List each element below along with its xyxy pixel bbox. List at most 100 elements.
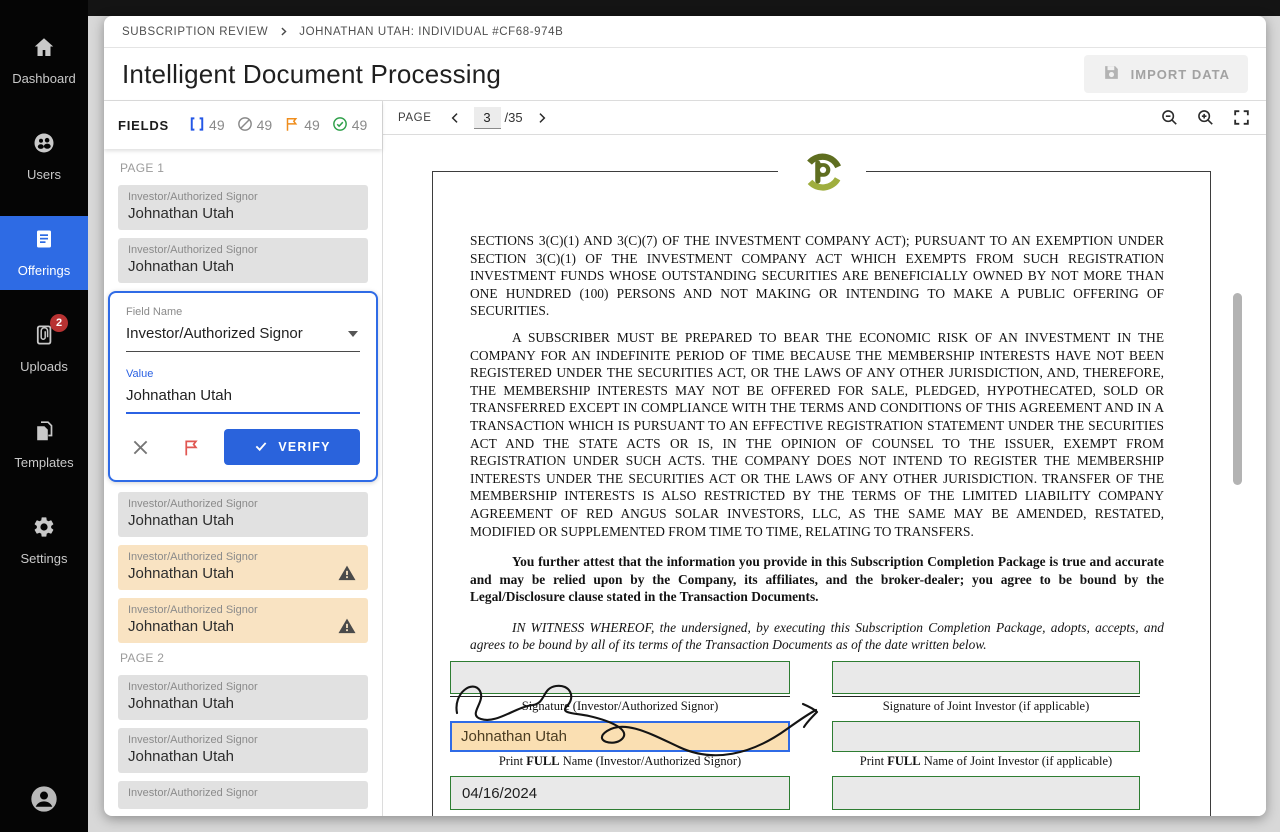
field-name: Investor/Authorized Signor	[128, 681, 258, 693]
field-value: Johnathan Utah	[128, 205, 234, 222]
viewer-tools	[1160, 108, 1251, 127]
field-name: Investor/Authorized Signor	[128, 191, 258, 203]
document-scrollbar[interactable]	[1233, 293, 1242, 485]
editor-actions: VERIFY	[126, 429, 360, 465]
fields-header: FIELDS 49 49 49 49	[104, 101, 382, 149]
field-card[interactable]: Investor/Authorized Signor Johnathan Uta…	[118, 675, 368, 720]
verified-count-value: 49	[351, 117, 368, 133]
joint-print-name-label: Print FULL Name of Joint Investor (if ap…	[859, 754, 1113, 769]
print-name-field-highlighted[interactable]: Johnathan Utah	[450, 721, 790, 753]
field-card-warning[interactable]: Investor/Authorized Signor Johnathan Uta…	[118, 598, 368, 643]
field-name: Investor/Authorized Signor	[128, 787, 258, 799]
import-data-button[interactable]: IMPORT DATA	[1083, 55, 1248, 93]
joint-investor-column: Signature of Joint Investor (if applicab…	[832, 661, 1140, 811]
field-card[interactable]: Investor/Authorized Signor Johnathan Uta…	[118, 238, 368, 283]
zoom-out-button[interactable]	[1160, 108, 1179, 127]
page-number-input[interactable]: 3	[473, 106, 501, 129]
date-field[interactable]: 04/16/2024	[450, 776, 790, 811]
document-area[interactable]: SECTIONS 3(C)(1) AND 3(C)(7) OF THE INVE…	[383, 135, 1266, 816]
warning-triangle-icon	[337, 616, 357, 634]
page-title: Intelligent Document Processing	[122, 58, 502, 89]
home-icon	[32, 35, 56, 64]
fullscreen-button[interactable]	[1232, 108, 1251, 127]
document-viewer: PAGE 3 /35 SECTIONS 3(C)(1) AND 3(C)(7) …	[383, 101, 1266, 816]
uploads-badge: 2	[50, 314, 68, 332]
field-card[interactable]: Investor/Authorized Signor Johnathan Uta…	[118, 185, 368, 230]
sidebar-item-label: Offerings	[17, 263, 71, 278]
page1-group-label: PAGE 1	[120, 161, 165, 175]
fields-title: FIELDS	[118, 117, 170, 133]
sidebar: Dashboard Users Offerings 2 Uploads Temp…	[0, 0, 88, 832]
sidebar-item-uploads[interactable]: 2 Uploads	[0, 312, 88, 386]
breadcrumb-section[interactable]: SUBSCRIPTION REVIEW	[122, 26, 268, 38]
check-circle-icon	[331, 115, 349, 136]
document-page: SECTIONS 3(C)(1) AND 3(C)(7) OF THE INVE…	[432, 146, 1211, 816]
flagged-count[interactable]: 49	[283, 115, 320, 136]
signature-label: Signature (Investor/Authorized Signor)	[521, 699, 719, 714]
verified-count[interactable]: 49	[331, 115, 368, 136]
field-name: Investor/Authorized Signor	[128, 551, 258, 563]
field-name: Investor/Authorized Signor	[128, 498, 258, 510]
field-value: Johnathan Utah	[128, 618, 234, 635]
empty-count-value: 49	[256, 117, 273, 133]
field-value: Johnathan Utah	[128, 258, 234, 275]
page2-group-label: PAGE 2	[120, 651, 165, 665]
sidebar-item-label: Settings	[20, 551, 68, 566]
joint-signature-field[interactable]	[832, 661, 1140, 695]
brackets-icon	[188, 115, 206, 136]
title-row: Intelligent Document Processing IMPORT D…	[104, 48, 1266, 101]
joint-signature-label: Signature of Joint Investor (if applicab…	[882, 699, 1090, 714]
top-strip	[0, 0, 1280, 16]
field-value: Johnathan Utah	[128, 512, 234, 529]
field-card[interactable]: Investor/Authorized Signor Johnathan Uta…	[118, 492, 368, 537]
account-avatar-icon[interactable]	[28, 783, 60, 820]
field-name: Investor/Authorized Signor	[128, 604, 258, 616]
sidebar-item-settings[interactable]: Settings	[0, 504, 88, 578]
document-paragraph: A SUBSCRIBER MUST BE PREPARED TO BEAR TH…	[470, 329, 1164, 539]
verify-button[interactable]: VERIFY	[224, 429, 360, 465]
signature-section: Signature (Investor/Authorized Signor) J…	[433, 659, 1210, 811]
detected-count[interactable]: 49	[188, 115, 225, 136]
sidebar-item-templates[interactable]: Templates	[0, 408, 88, 482]
field-card[interactable]: Investor/Authorized Signor Johnathan Uta…	[118, 728, 368, 773]
fields-list[interactable]: PAGE 1 Investor/Authorized Signor Johnat…	[104, 149, 382, 816]
breadcrumb-item: JOHNATHAN UTAH: INDIVIDUAL #CF68-974B	[299, 25, 564, 38]
warning-triangle-icon	[337, 563, 357, 581]
viewer-toolbar: PAGE 3 /35	[383, 101, 1266, 135]
field-name: Investor/Authorized Signor	[128, 244, 258, 256]
sidebar-item-label: Users	[27, 167, 61, 182]
joint-date-field[interactable]	[832, 776, 1140, 811]
gear-icon	[32, 515, 56, 544]
document-body: SECTIONS 3(C)(1) AND 3(C)(7) OF THE INVE…	[433, 172, 1210, 654]
sidebar-item-users[interactable]: Users	[0, 120, 88, 194]
signature-field[interactable]	[450, 661, 790, 695]
sidebar-item-dashboard[interactable]: Dashboard	[0, 24, 88, 98]
sidebar-item-offerings[interactable]: Offerings	[0, 216, 88, 290]
previous-page-button[interactable]	[444, 109, 466, 127]
field-editor-card: Field Name Investor/Authorized Signor Va…	[108, 291, 378, 482]
document-icon	[32, 227, 56, 256]
flag-button[interactable]	[177, 433, 206, 462]
field-value: Johnathan Utah	[128, 748, 234, 765]
document-paragraph: SECTIONS 3(C)(1) AND 3(C)(7) OF THE INVE…	[470, 233, 1164, 319]
caret-down-icon	[348, 330, 358, 337]
flagged-count-value: 49	[304, 117, 320, 133]
value-label: Value	[126, 368, 154, 380]
field-value: Johnathan Utah	[128, 565, 234, 582]
next-page-button[interactable]	[531, 109, 553, 127]
field-card-warning[interactable]: Investor/Authorized Signor Johnathan Uta…	[118, 545, 368, 590]
print-name-value: Johnathan Utah	[461, 728, 567, 746]
zoom-in-button[interactable]	[1196, 108, 1215, 127]
joint-print-name-field[interactable]	[832, 721, 1140, 753]
check-icon	[253, 438, 269, 457]
cancel-button[interactable]	[126, 433, 155, 462]
value-input[interactable]: Johnathan Utah	[126, 380, 360, 414]
company-logo	[777, 146, 866, 198]
slash-circle-icon	[236, 115, 254, 136]
save-icon	[1102, 63, 1121, 85]
field-card[interactable]: Investor/Authorized Signor	[118, 781, 368, 809]
field-name-select[interactable]: Investor/Authorized Signor	[126, 318, 360, 352]
field-value: Johnathan Utah	[128, 695, 234, 712]
page-label: PAGE	[398, 111, 432, 124]
empty-count[interactable]: 49	[236, 115, 273, 136]
